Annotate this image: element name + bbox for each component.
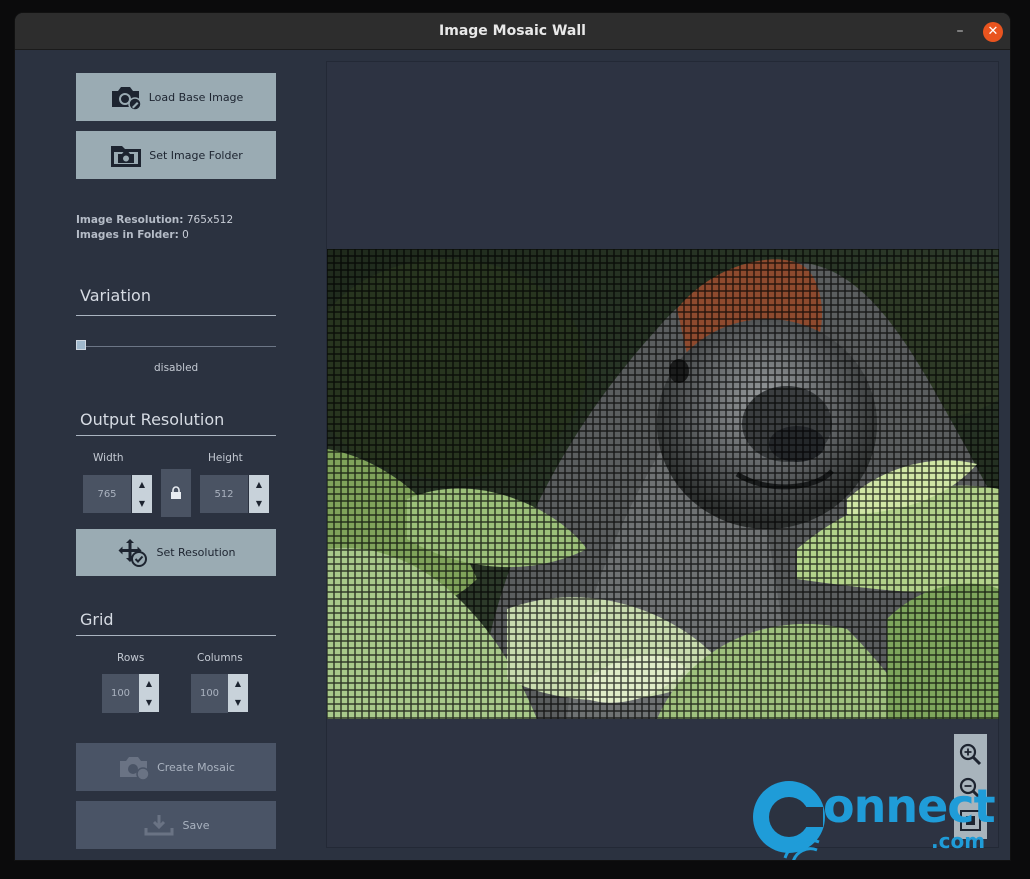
lock-icon <box>171 486 181 499</box>
rows-decrement-button[interactable]: ▼ <box>139 693 159 712</box>
columns-decrement-button[interactable]: ▼ <box>228 693 248 712</box>
set-resolution-button[interactable]: Set Resolution <box>76 529 276 576</box>
connect-watermark-logo: onnect .com <box>745 773 996 860</box>
set-resolution-label: Set Resolution <box>156 546 236 559</box>
images-in-folder-value: 0 <box>182 229 189 241</box>
load-base-image-label: Load Base Image <box>148 90 244 104</box>
height-decrement-button[interactable]: ▼ <box>249 494 269 513</box>
image-resolution-label: Image Resolution: <box>76 214 184 226</box>
app-window: Image Mosaic Wall – ✕ Load Base Image Se… <box>15 13 1010 860</box>
output-resolution-title: Output Resolution <box>80 410 225 429</box>
mosaic-preview-image <box>327 249 999 719</box>
save-button[interactable]: Save <box>76 801 276 849</box>
set-image-folder-button[interactable]: Set Image Folder <box>76 131 276 179</box>
title-bar: Image Mosaic Wall – ✕ <box>15 13 1010 50</box>
window-title: Image Mosaic Wall <box>439 23 586 39</box>
download-icon <box>144 815 174 836</box>
zoom-in-icon[interactable] <box>958 742 983 767</box>
columns-label: Columns <box>197 652 243 664</box>
load-base-image-button[interactable]: Load Base Image <box>76 73 276 121</box>
rows-increment-button[interactable]: ▲ <box>139 674 159 693</box>
height-label: Height <box>208 452 243 464</box>
camera-mosaic-icon <box>120 757 150 781</box>
height-increment-button[interactable]: ▲ <box>249 475 269 494</box>
grid-divider <box>76 635 276 636</box>
rows-input[interactable]: 100 <box>102 674 139 713</box>
output-resolution-divider <box>76 435 276 436</box>
camera-edit-icon <box>111 87 142 111</box>
images-in-folder-info: Images in Folder: 0 <box>76 229 189 241</box>
height-input[interactable]: 512 <box>200 475 248 513</box>
width-label: Width <box>93 452 124 464</box>
image-resolution-info: Image Resolution: 765x512 <box>76 214 233 226</box>
width-decrement-button[interactable]: ▼ <box>132 494 152 513</box>
variation-slider-handle[interactable] <box>76 340 86 350</box>
variation-divider <box>76 315 276 316</box>
image-resolution-value: 765x512 <box>186 214 234 226</box>
set-image-folder-label: Set Image Folder <box>149 148 243 162</box>
images-in-folder-label: Images in Folder: <box>76 229 179 241</box>
folder-camera-icon <box>111 146 142 167</box>
create-mosaic-button[interactable]: Create Mosaic <box>76 743 276 791</box>
close-icon[interactable]: ✕ <box>983 22 1003 42</box>
variation-state: disabled <box>154 362 199 374</box>
aspect-lock-button[interactable] <box>161 469 191 517</box>
width-increment-button[interactable]: ▲ <box>132 475 152 494</box>
watermark-text: onnect <box>823 779 996 833</box>
variation-slider-track[interactable] <box>81 346 276 347</box>
variation-title: Variation <box>80 286 151 305</box>
grid-title: Grid <box>80 610 114 629</box>
save-label: Save <box>182 818 210 832</box>
width-input[interactable]: 765 <box>83 475 131 513</box>
columns-input[interactable]: 100 <box>191 674 228 713</box>
minimize-icon[interactable]: – <box>951 22 969 40</box>
resize-check-icon <box>118 538 148 567</box>
create-mosaic-label: Create Mosaic <box>157 760 235 774</box>
watermark-subtext: .com <box>931 829 986 853</box>
columns-increment-button[interactable]: ▲ <box>228 674 248 693</box>
rows-label: Rows <box>117 652 145 664</box>
